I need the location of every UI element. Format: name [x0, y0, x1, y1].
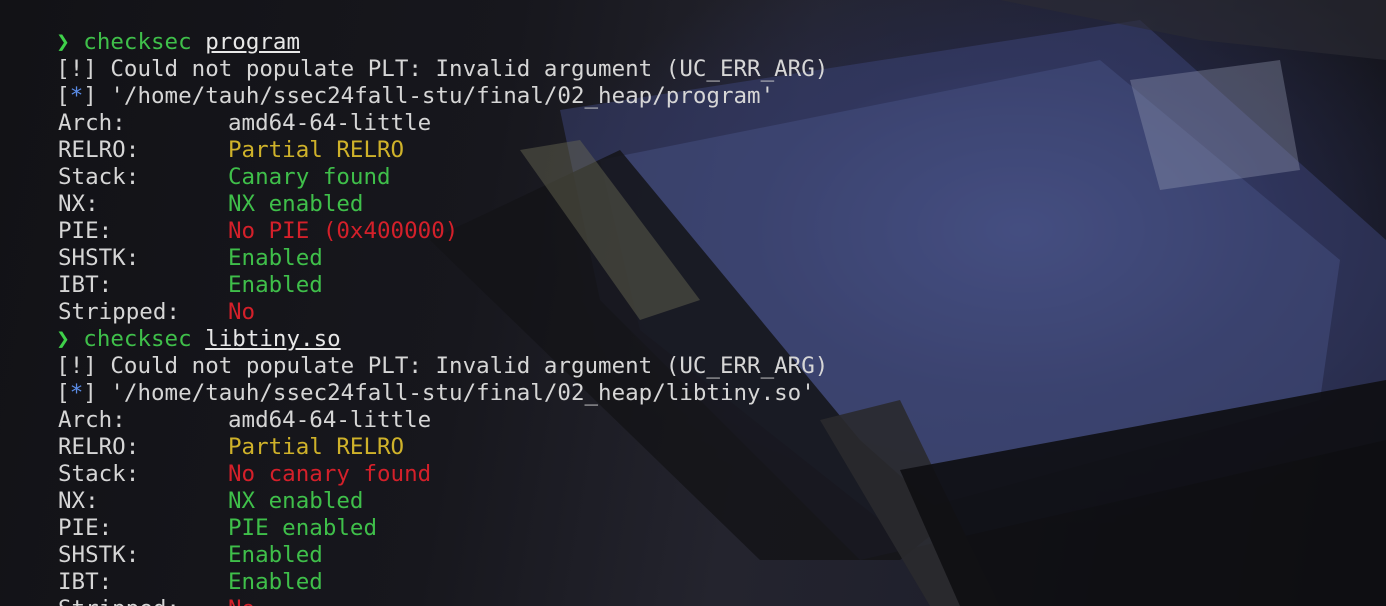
prop-row-shstk: SHSTK: Enabled — [2, 218, 702, 271]
terminal-output: ❯ checksec program [!] Could not populat… — [2, 0, 1382, 606]
prop-row-nx: NX: NX enabled — [2, 164, 702, 217]
prop-row-arch: Arch: amd64-64-little — [2, 380, 702, 433]
prompt-line: ❯ checksec libtiny.so — [2, 299, 340, 352]
info-line: [*] '/home/tauh/ssec24fall-stu/final/02_… — [56, 83, 775, 109]
prop-row-ibt: IBT: Enabled — [2, 542, 702, 595]
prop-row-relro: RELRO: Partial RELRO — [2, 407, 702, 460]
prompt-line: ❯ checksec program — [2, 2, 300, 55]
warning-line: [!] Could not populate PLT: Invalid argu… — [56, 353, 829, 379]
prop-row-nx: NX: NX enabled — [2, 461, 702, 514]
prop-row-ibt: IBT: Enabled — [2, 245, 702, 298]
prop-row-pie: PIE: No PIE (0x400000) — [2, 191, 702, 244]
prop-value: No — [228, 596, 255, 606]
prop-row-arch: Arch: amd64-64-little — [2, 83, 702, 136]
prop-row-stripped: Stripped:No — [2, 272, 702, 325]
warning-line: [!] Could not populate PLT: Invalid argu… — [56, 56, 829, 82]
info-line: [*] '/home/tauh/ssec24fall-stu/final/02_… — [56, 380, 815, 406]
prop-row-stripped: Stripped: No — [2, 569, 702, 606]
prop-row-relro: RELRO: Partial RELRO — [2, 110, 702, 163]
prop-key: Stripped: — [58, 596, 180, 606]
prop-row-shstk: SHSTK: Enabled — [2, 515, 702, 568]
prop-row-stack: Stack: Canary found — [2, 137, 702, 190]
prop-row-stack: Stack: No canary found — [2, 434, 702, 487]
prop-row-pie: PIE: PIE enabled — [2, 488, 702, 541]
